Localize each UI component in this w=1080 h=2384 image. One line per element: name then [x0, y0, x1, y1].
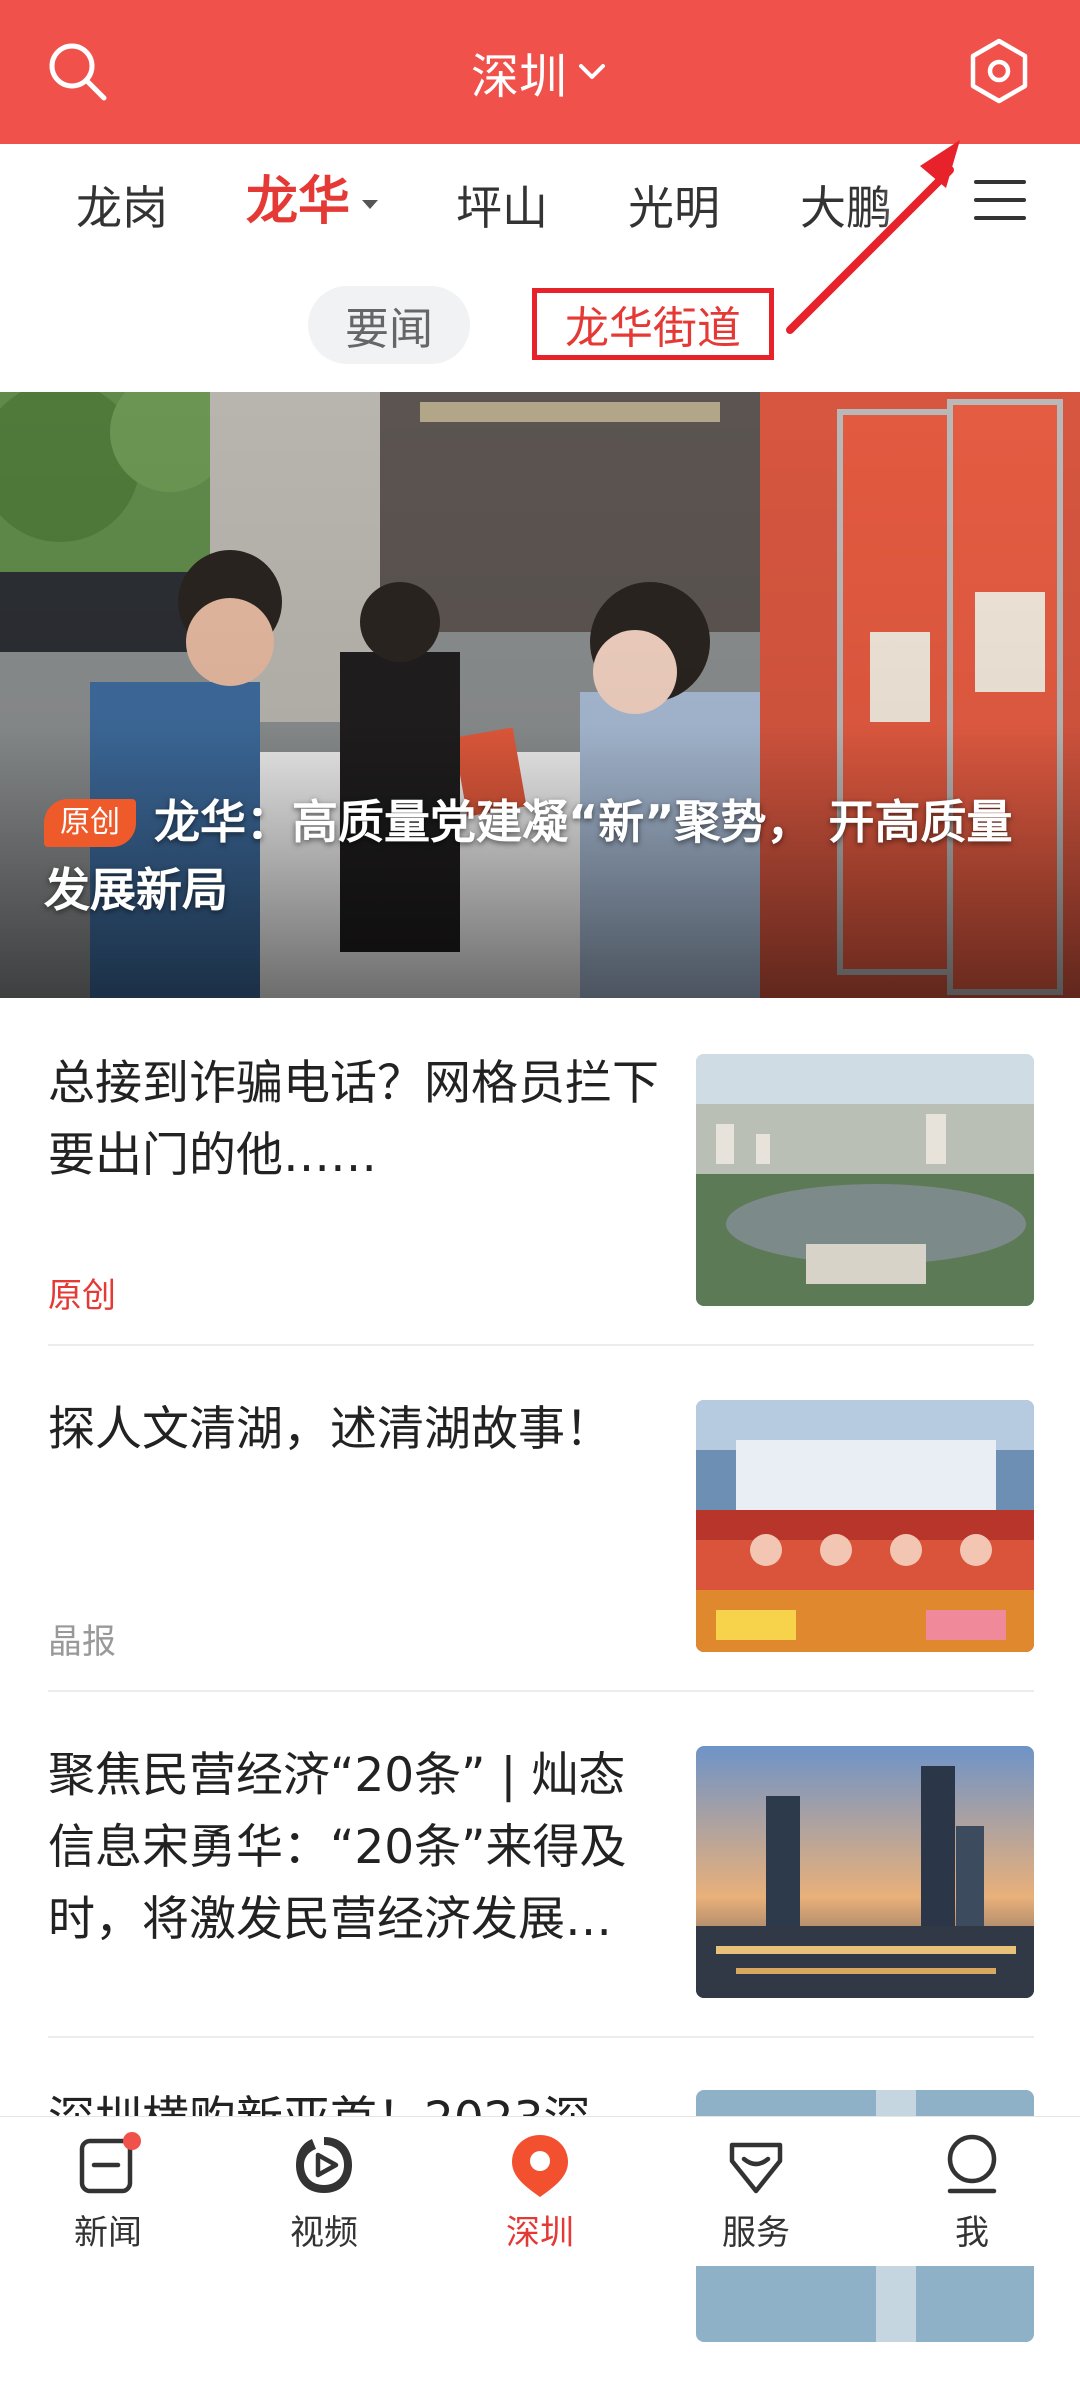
hero-title: 原创 龙华：高质量党建凝“新”聚势， 开高质量发展新局 [44, 788, 1034, 924]
channel-tab-longgang[interactable]: 龙岗 [76, 178, 168, 238]
article-title: 聚焦民营经济“20条” | 灿态信息宋勇华：“20条”来得及时，将激发民营经济发… [48, 1748, 627, 1947]
video-icon [296, 2137, 352, 2193]
service-icon [729, 2142, 783, 2194]
divider [48, 2036, 1034, 2038]
article-title: 探人文清湖，述清湖故事！ [48, 1402, 612, 1457]
subtab-yaowen[interactable]: 要闻 [308, 286, 470, 364]
channel-tab-longhua[interactable]: 龙华 [246, 172, 350, 232]
nav-video[interactable]: 视频 [216, 2117, 432, 2266]
article-thumbnail [696, 1400, 1034, 1652]
nav-service[interactable]: 服务 [648, 2117, 864, 2266]
original-badge: 原创 [44, 799, 136, 847]
subtab-longhua-street[interactable]: 龙华街道 [532, 288, 774, 360]
divider [48, 1344, 1034, 1346]
location-pin-icon [512, 2135, 568, 2197]
divider [48, 1690, 1034, 1692]
news-icon [79, 2132, 141, 2194]
nav-label: 视频 [290, 2213, 358, 2253]
chevron-down-icon [579, 64, 605, 79]
nav-news[interactable]: 新闻 [0, 2117, 216, 2266]
nav-me[interactable]: 我 [864, 2117, 1080, 2266]
profile-icon [947, 2134, 997, 2194]
nav-label: 服务 [722, 2213, 790, 2253]
city-label: 深圳 [470, 49, 567, 105]
nav-label: 深圳 [506, 2213, 574, 2253]
caret-down-icon [362, 200, 378, 209]
hexagon-settings-icon[interactable] [964, 36, 1034, 106]
nav-label: 新闻 [74, 2213, 142, 2253]
hero-banner[interactable]: 原创 龙华：高质量党建凝“新”聚势， 开高质量发展新局 [0, 392, 1080, 998]
nav-shenzhen[interactable]: 深圳 [432, 2117, 648, 2266]
article-source: 原创 [48, 1276, 116, 1316]
channel-tab-guangming[interactable]: 光明 [628, 178, 720, 238]
list-item[interactable]: 总接到诈骗电话？网格员拦下要出门的他…… 原创 [48, 1048, 1034, 1348]
article-source: 晶报 [48, 1622, 116, 1662]
hero-title-text: 龙华：高质量党建凝“新”聚势， 开高质量发展新局 [44, 795, 1013, 917]
top-header: 深圳 [0, 0, 1080, 144]
nav-label: 我 [955, 2213, 989, 2253]
article-thumbnail [696, 1746, 1034, 1998]
channel-tab-pingshan[interactable]: 坪山 [456, 178, 548, 238]
list-item[interactable]: 探人文清湖，述清湖故事！ 晶报 [48, 1394, 1034, 1694]
article-title: 总接到诈骗电话？网格员拦下要出门的他…… [48, 1056, 659, 1183]
article-thumbnail [696, 1054, 1034, 1306]
annotation-arrow-icon [786, 140, 960, 334]
bottom-navigation: 新闻 视频 深圳 服务 我 [0, 2116, 1080, 2266]
city-selector[interactable]: 深圳 [0, 0, 1080, 144]
list-item[interactable]: 聚焦民营经济“20条” | 灿态信息宋勇华：“20条”来得及时，将激发民营经济发… [48, 1740, 1034, 2060]
